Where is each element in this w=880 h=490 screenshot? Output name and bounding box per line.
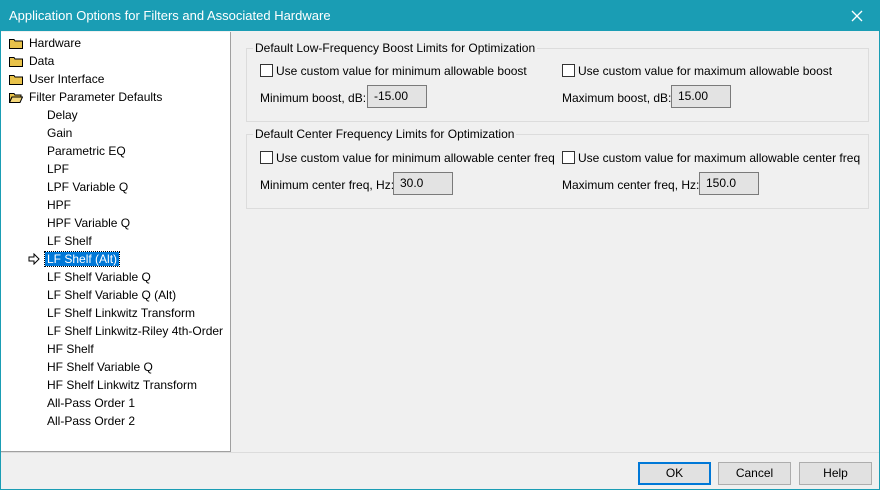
tree-item-lpf-variable-q[interactable]: LPF Variable Q	[45, 178, 130, 196]
tree-item-lf-shelf[interactable]: LF Shelf	[45, 232, 94, 250]
open-folder-icon	[9, 93, 23, 103]
checkbox-box[interactable]	[562, 151, 575, 164]
help-button[interactable]: Help	[799, 462, 872, 485]
tree-item-lpf[interactable]: LPF	[45, 160, 71, 178]
min-center-freq-label: Minimum center freq, Hz:	[260, 178, 395, 192]
tree-item-lf-shelf-linkwitz-transform[interactable]: LF Shelf Linkwitz Transform	[45, 304, 197, 322]
max-boost-label: Maximum boost, dB:	[562, 91, 672, 105]
min-boost-field[interactable]: -15.00	[367, 85, 427, 108]
min-boost-checkbox[interactable]: Use custom value for minimum allowable b…	[260, 63, 527, 79]
tree-item-user-interface[interactable]: User Interface	[7, 70, 106, 88]
folder-icon	[9, 57, 23, 67]
tree-item-label: Data	[29, 54, 55, 68]
button-bar: OK Cancel Help	[1, 452, 879, 489]
tree-item-filter-parameter-defaults[interactable]: Filter Parameter Defaults	[7, 88, 164, 106]
boost-limits-legend: Default Low-Frequency Boost Limits for O…	[253, 41, 538, 55]
center-freq-legend: Default Center Frequency Limits for Opti…	[253, 127, 517, 141]
close-button[interactable]	[834, 0, 880, 31]
tree-item-lf-shelf-alt[interactable]: LF Shelf (Alt)	[43, 250, 121, 268]
tree-item-hardware[interactable]: Hardware	[7, 34, 83, 52]
tree-item-data[interactable]: Data	[7, 52, 56, 70]
checkbox-box[interactable]	[562, 64, 575, 77]
window-title: Application Options for Filters and Asso…	[9, 8, 331, 23]
tree-item-hf-shelf[interactable]: HF Shelf	[45, 340, 96, 358]
max-center-freq-label: Maximum center freq, Hz:	[562, 178, 700, 192]
tree-item-all-pass-order-2[interactable]: All-Pass Order 2	[45, 412, 137, 430]
tree-item-parametric-eq[interactable]: Parametric EQ	[45, 142, 128, 160]
max-boost-field[interactable]: 15.00	[671, 85, 731, 108]
tree-item-hf-shelf-variable-q[interactable]: HF Shelf Variable Q	[45, 358, 155, 376]
tree-item-hf-shelf-linkwitz-transform[interactable]: HF Shelf Linkwitz Transform	[45, 376, 199, 394]
center-freq-limits-group: Default Center Frequency Limits for Opti…	[246, 127, 869, 209]
options-panel: Default Low-Frequency Boost Limits for O…	[232, 32, 878, 452]
tree-item-label: User Interface	[29, 72, 105, 86]
max-center-freq-checkbox[interactable]: Use custom value for maximum allowable c…	[562, 150, 860, 166]
max-center-freq-field[interactable]: 150.0	[699, 172, 759, 195]
tree-item-label: Hardware	[29, 36, 82, 50]
options-tree[interactable]: Hardware Data User Interface Filter Para…	[1, 32, 231, 452]
max-boost-checkbox[interactable]: Use custom value for maximum allowable b…	[562, 63, 832, 79]
cancel-button[interactable]: Cancel	[718, 462, 791, 485]
tree-item-delay[interactable]: Delay	[45, 106, 80, 124]
folder-icon	[9, 39, 23, 49]
min-center-freq-field[interactable]: 30.0	[393, 172, 453, 195]
checkbox-box[interactable]	[260, 64, 273, 77]
tree-item-gain[interactable]: Gain	[45, 124, 74, 142]
ok-button[interactable]: OK	[638, 462, 711, 485]
tree-item-hpf-variable-q[interactable]: HPF Variable Q	[45, 214, 132, 232]
boost-limits-group: Default Low-Frequency Boost Limits for O…	[246, 41, 869, 122]
folder-icon	[9, 75, 23, 85]
tree-item-all-pass-order-1[interactable]: All-Pass Order 1	[45, 394, 137, 412]
min-boost-label: Minimum boost, dB:	[260, 91, 367, 105]
tree-item-hpf[interactable]: HPF	[45, 196, 73, 214]
min-center-freq-checkbox[interactable]: Use custom value for minimum allowable c…	[260, 150, 555, 166]
tree-item-lf-shelf-variable-q[interactable]: LF Shelf Variable Q	[45, 268, 153, 286]
checkbox-box[interactable]	[260, 151, 273, 164]
title-bar: Application Options for Filters and Asso…	[0, 0, 880, 31]
close-icon	[851, 10, 863, 21]
tree-item-lf-shelf-variable-q-alt[interactable]: LF Shelf Variable Q (Alt)	[45, 286, 178, 304]
current-item-arrow-icon	[28, 253, 40, 265]
tree-item-label: Filter Parameter Defaults	[29, 90, 163, 104]
tree-item-lf-shelf-linkwitz-riley[interactable]: LF Shelf Linkwitz-Riley 4th-Order	[45, 322, 225, 340]
